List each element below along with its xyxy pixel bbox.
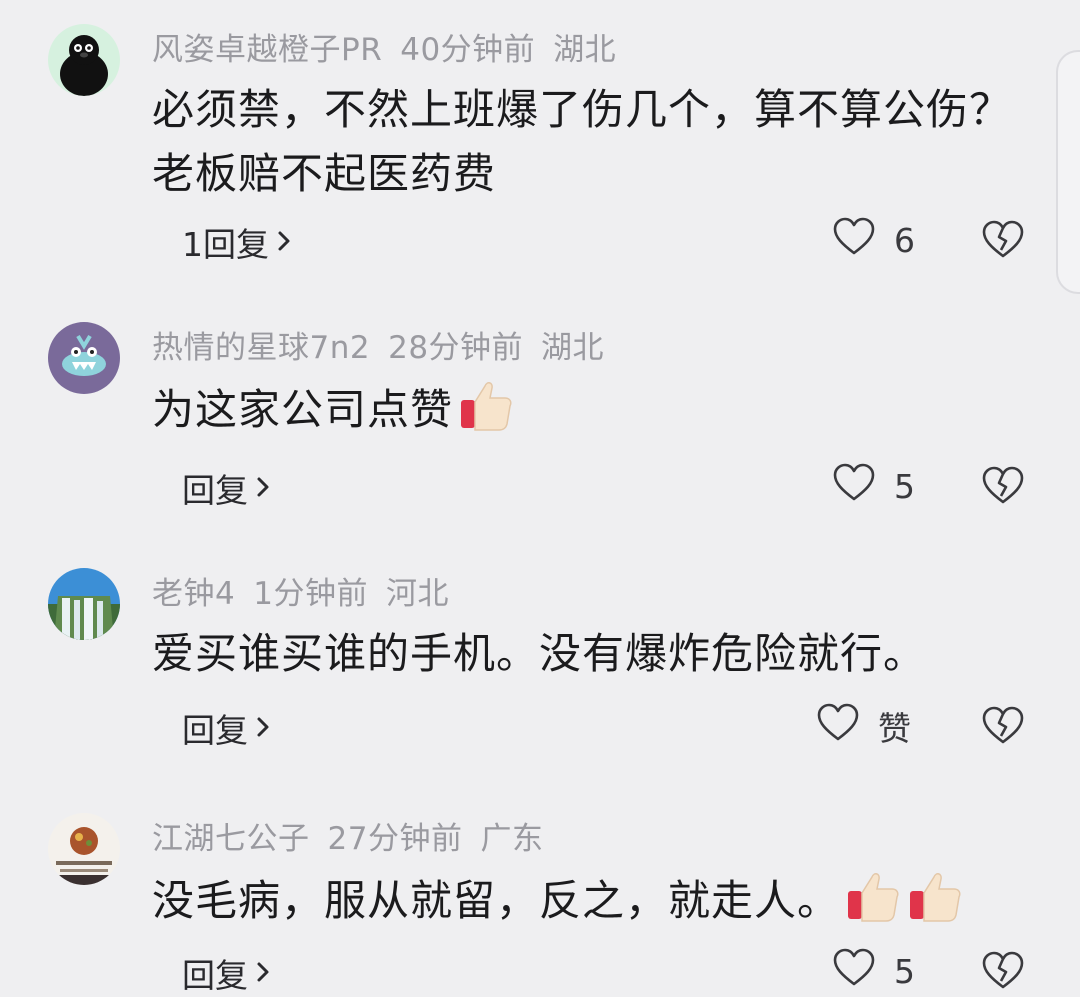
timestamp: 27分钟前 — [327, 821, 463, 857]
reply-label: 回复 — [182, 711, 248, 750]
heart-outline-icon — [816, 702, 860, 750]
like-count: 6 — [894, 220, 915, 260]
reply-button[interactable]: 1回复 — [182, 218, 291, 266]
broken-heart-icon[interactable] — [980, 464, 1026, 510]
like-button[interactable]: 5 — [832, 947, 915, 995]
comment-item: 江湖七公子 27分钟前 广东 没毛病，服从就留，反之，就走人。 回复 5 — [0, 795, 1080, 995]
timestamp: 1分钟前 — [253, 576, 368, 612]
username[interactable]: 风姿卓越橙子PR — [152, 32, 382, 68]
chevron-right-icon — [256, 952, 270, 991]
comment-text: 为这家公司点赞 — [152, 376, 1012, 452]
reply-label: 1回复 — [182, 225, 269, 264]
penguin-avatar-icon[interactable] — [48, 24, 120, 96]
location: 广东 — [480, 821, 544, 857]
heart-outline-icon — [832, 216, 876, 264]
waterfall-avatar-icon[interactable] — [48, 568, 120, 640]
comment-text-content: 必须禁，不然上班爆了伤几个，算不算公伤？老板赔不起医药费 — [152, 85, 1013, 198]
comment-text-content: 爱买谁买谁的手机。没有爆炸危险就行。 — [152, 629, 927, 678]
comment-text: 没毛病，服从就留，反之，就走人。 — [152, 867, 1012, 943]
heart-outline-icon — [832, 947, 876, 995]
comment-meta: 老钟4 1分钟前 河北 — [152, 568, 467, 613]
reply-button[interactable]: 回复 — [182, 704, 270, 752]
chevron-right-icon — [277, 221, 291, 260]
broken-heart-icon[interactable] — [980, 704, 1026, 750]
reply-button[interactable]: 回复 — [182, 464, 270, 512]
chevron-right-icon — [256, 707, 270, 746]
comment-text-content: 为这家公司点赞 — [152, 385, 454, 434]
broken-heart-icon[interactable] — [980, 218, 1026, 264]
chevron-right-icon — [256, 467, 270, 506]
comment-meta: 热情的星球7n2 28分钟前 湖北 — [152, 322, 622, 367]
comment-item: 热情的星球7n2 28分钟前 湖北 为这家公司点赞 回复 5 — [0, 304, 1080, 554]
reply-label: 回复 — [182, 956, 248, 995]
thumbs-up-icon — [906, 867, 964, 943]
timestamp: 40分钟前 — [400, 32, 536, 68]
username[interactable]: 老钟4 — [152, 576, 235, 612]
reply-label: 回复 — [182, 471, 248, 510]
cartoon-monster-avatar-icon[interactable] — [48, 322, 120, 394]
location: 湖北 — [553, 32, 617, 68]
location: 河北 — [385, 576, 449, 612]
like-count: 赞 — [878, 709, 911, 748]
food-avatar-icon[interactable] — [48, 813, 120, 885]
location: 湖北 — [541, 330, 605, 366]
like-count: 5 — [894, 951, 915, 991]
comment-text: 爱买谁买谁的手机。没有爆炸危险就行。 — [152, 622, 1012, 686]
comment-meta: 江湖七公子 27分钟前 广东 — [152, 813, 561, 858]
comment-item: 风姿卓越橙子PR 40分钟前 湖北 必须禁，不然上班爆了伤几个，算不算公伤？老板赔不… — [0, 6, 1080, 306]
like-button[interactable]: 5 — [832, 462, 915, 510]
broken-heart-icon[interactable] — [980, 949, 1026, 995]
comment-text: 必须禁，不然上班爆了伤几个，算不算公伤？老板赔不起医药费 — [152, 78, 1012, 206]
reply-button[interactable]: 回复 — [182, 949, 270, 997]
like-button[interactable]: 赞 — [816, 702, 911, 750]
comment-meta: 风姿卓越橙子PR 40分钟前 湖北 — [152, 24, 634, 69]
timestamp: 28分钟前 — [388, 330, 524, 366]
like-button[interactable]: 6 — [832, 216, 915, 264]
username[interactable]: 热情的星球7n2 — [152, 330, 370, 366]
thumbs-up-icon — [844, 867, 902, 943]
comment-item: 老钟4 1分钟前 河北 爱买谁买谁的手机。没有爆炸危险就行。 回复 赞 — [0, 550, 1080, 800]
username[interactable]: 江湖七公子 — [152, 821, 310, 857]
like-count: 5 — [894, 466, 915, 506]
thumbs-up-icon — [457, 376, 515, 452]
comment-text-content: 没毛病，服从就留，反之，就走人。 — [152, 876, 841, 925]
heart-outline-icon — [832, 462, 876, 510]
